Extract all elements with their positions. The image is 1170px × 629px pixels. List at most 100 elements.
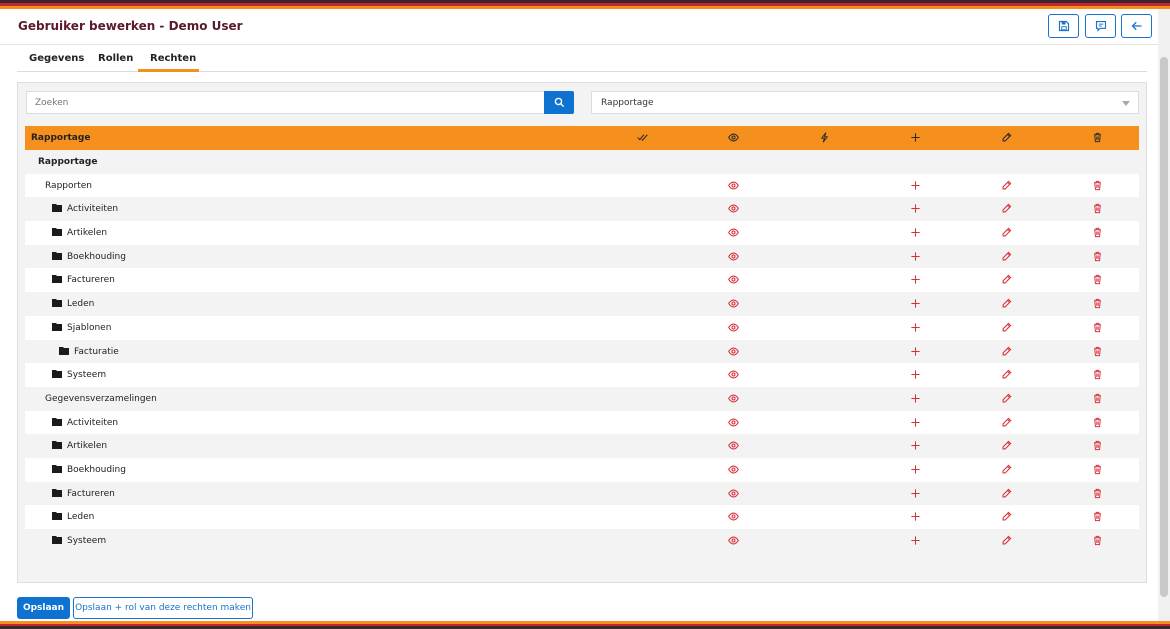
pencil-icon[interactable] [1001, 511, 1012, 522]
eye-icon[interactable] [728, 132, 739, 143]
tab-rollen[interactable]: Rollen [98, 53, 133, 64]
save-icon-button[interactable] [1048, 14, 1079, 38]
trash-icon[interactable] [1092, 251, 1103, 262]
row-label: Sjablonen [67, 322, 112, 333]
table-row: Factureren [25, 481, 1139, 506]
plus-icon[interactable] [910, 274, 921, 285]
search-button[interactable] [544, 91, 574, 114]
check-all-icon[interactable] [637, 132, 648, 143]
plus-icon[interactable] [910, 132, 921, 143]
trash-icon[interactable] [1092, 132, 1103, 143]
save-button-label: Opslaan [22, 603, 65, 613]
search-input[interactable] [26, 91, 545, 114]
tab-bar: Gegevens Rollen Rechten [17, 45, 1147, 72]
eye-icon[interactable] [728, 511, 739, 522]
tab-rechten[interactable]: Rechten [150, 53, 196, 64]
scrollbar[interactable] [1158, 9, 1170, 621]
table-header-row: Rapportage [25, 126, 1139, 150]
trash-icon[interactable] [1092, 417, 1103, 428]
chevron-down-icon [1122, 101, 1130, 106]
eye-icon[interactable] [728, 393, 739, 404]
bottom-stripe [0, 621, 1170, 629]
plus-icon[interactable] [910, 227, 921, 238]
trash-icon[interactable] [1092, 393, 1103, 404]
eye-icon[interactable] [728, 464, 739, 475]
plus-icon[interactable] [910, 203, 921, 214]
pencil-icon[interactable] [1001, 274, 1012, 285]
pencil-icon[interactable] [1001, 322, 1012, 333]
eye-icon[interactable] [728, 203, 739, 214]
trash-icon[interactable] [1092, 511, 1103, 522]
plus-icon[interactable] [910, 488, 921, 499]
folder-icon [52, 275, 62, 284]
trash-icon[interactable] [1092, 203, 1103, 214]
row-label: Boekhouding [67, 464, 126, 475]
plus-icon[interactable] [910, 346, 921, 357]
tab-gegevens[interactable]: Gegevens [29, 53, 84, 64]
row-label: Factureren [67, 275, 115, 286]
save-button[interactable]: Opslaan [17, 597, 70, 619]
trash-icon[interactable] [1092, 464, 1103, 475]
module-select[interactable]: Rapportage [591, 91, 1139, 114]
plus-icon[interactable] [910, 464, 921, 475]
row-label: Leden [67, 299, 95, 310]
trash-icon[interactable] [1092, 440, 1103, 451]
plus-icon[interactable] [910, 322, 921, 333]
plus-icon[interactable] [910, 535, 921, 546]
eye-icon[interactable] [728, 180, 739, 191]
plus-icon[interactable] [910, 511, 921, 522]
trash-icon[interactable] [1092, 488, 1103, 499]
plus-icon[interactable] [910, 298, 921, 309]
bolt-icon[interactable] [819, 132, 830, 143]
trash-icon[interactable] [1092, 298, 1103, 309]
pencil-icon[interactable] [1001, 132, 1012, 143]
pencil-icon[interactable] [1001, 203, 1012, 214]
eye-icon[interactable] [728, 369, 739, 380]
comment-icon [1095, 20, 1106, 32]
pencil-icon[interactable] [1001, 298, 1012, 309]
back-button[interactable] [1121, 14, 1152, 38]
plus-icon[interactable] [910, 440, 921, 451]
eye-icon[interactable] [728, 440, 739, 451]
plus-icon[interactable] [910, 393, 921, 404]
trash-icon[interactable] [1092, 369, 1103, 380]
plus-icon[interactable] [910, 417, 921, 428]
scroll-thumb[interactable] [1160, 57, 1168, 597]
pencil-icon[interactable] [1001, 417, 1012, 428]
eye-icon[interactable] [728, 346, 739, 357]
trash-icon[interactable] [1092, 346, 1103, 357]
eye-icon[interactable] [728, 488, 739, 499]
pencil-icon[interactable] [1001, 488, 1012, 499]
plus-icon[interactable] [910, 180, 921, 191]
save-and-create-role-button[interactable]: Opslaan + rol van deze rechten maken [73, 597, 253, 619]
trash-icon[interactable] [1092, 180, 1103, 191]
trash-icon[interactable] [1092, 274, 1103, 285]
eye-icon[interactable] [728, 274, 739, 285]
eye-icon[interactable] [728, 417, 739, 428]
arrow-left-icon [1131, 21, 1141, 31]
folder-icon [52, 228, 62, 237]
pencil-icon[interactable] [1001, 440, 1012, 451]
pencil-icon[interactable] [1001, 227, 1012, 238]
floppy-icon [1058, 20, 1069, 32]
eye-icon[interactable] [728, 227, 739, 238]
trash-icon[interactable] [1092, 322, 1103, 333]
comment-button[interactable] [1085, 14, 1116, 38]
plus-icon[interactable] [910, 251, 921, 262]
pencil-icon[interactable] [1001, 464, 1012, 475]
eye-icon[interactable] [728, 251, 739, 262]
eye-icon[interactable] [728, 322, 739, 333]
pencil-icon[interactable] [1001, 180, 1012, 191]
table-row: Factureren [25, 268, 1139, 293]
pencil-icon[interactable] [1001, 535, 1012, 546]
trash-icon[interactable] [1092, 227, 1103, 238]
plus-icon[interactable] [910, 369, 921, 380]
table-header-label: Rapportage [31, 133, 91, 143]
pencil-icon[interactable] [1001, 393, 1012, 404]
pencil-icon[interactable] [1001, 251, 1012, 262]
pencil-icon[interactable] [1001, 346, 1012, 357]
trash-icon[interactable] [1092, 535, 1103, 546]
pencil-icon[interactable] [1001, 369, 1012, 380]
eye-icon[interactable] [728, 535, 739, 546]
eye-icon[interactable] [728, 298, 739, 309]
